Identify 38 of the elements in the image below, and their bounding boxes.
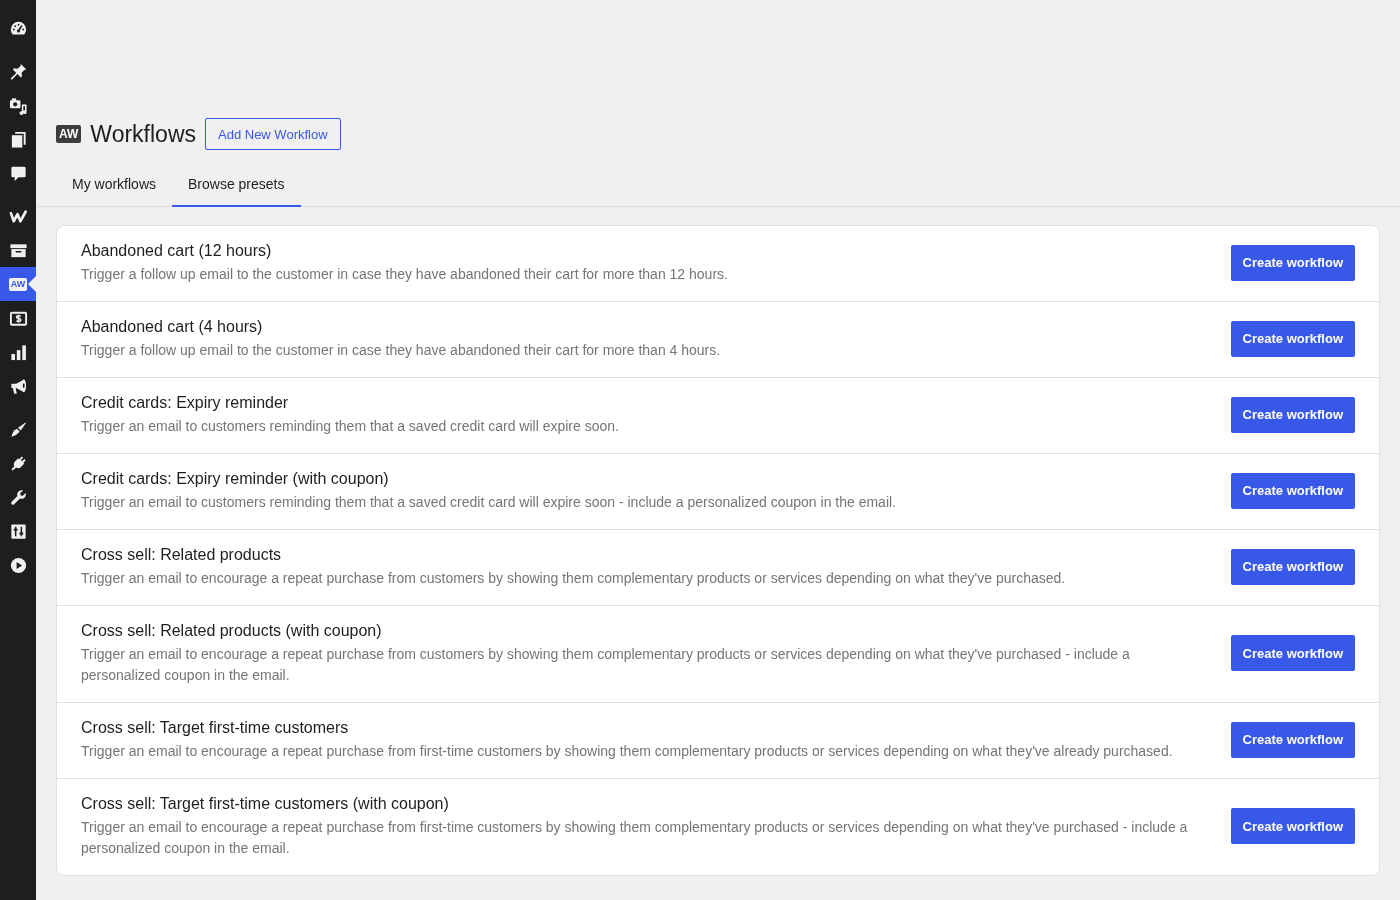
create-workflow-button[interactable]: Create workflow <box>1230 548 1355 585</box>
sliders-icon <box>8 521 28 541</box>
tab[interactable]: Browse presets <box>172 160 301 207</box>
create-workflow-button[interactable]: Create workflow <box>1230 320 1355 357</box>
paintbrush-icon <box>8 419 28 439</box>
create-workflow-button[interactable]: Create workflow <box>1230 472 1355 509</box>
preset-title: Cross sell: Target first-time customers (with coupon) <box>81 794 450 814</box>
preset-title: Abandoned cart (4 hours) <box>81 317 264 337</box>
sidebar-logo: AW <box>8 277 28 291</box>
add-new-workflow-button[interactable]: Add New Workflow <box>205 118 341 150</box>
preset-title: Credit cards: Expiry reminder (with coupon) <box>81 469 390 489</box>
create-workflow-button[interactable]: Create workflow <box>1230 396 1355 433</box>
camera-note-icon <box>8 95 28 115</box>
create-workflow-button[interactable]: Create workflow <box>1230 808 1355 844</box>
preset-description: Trigger an email to encourage a repeat purchase from first-time customers by showing them complementary products or services depending on what they've purchased - include a personalized coupon in the email. <box>81 818 1189 858</box>
create-workflow-button[interactable]: Create workflow <box>1230 635 1355 671</box>
preset-description: Trigger an email to encourage a repeat purchase from customers by showing them complementary products or services depending on what they've purchased - include a personalized coupon in the email. <box>81 645 1131 685</box>
create-workflow-button[interactable]: Create workflow <box>1230 244 1355 281</box>
preset-title: Cross sell: Target first-time customers <box>81 718 350 738</box>
app-logo: AW <box>56 125 82 143</box>
preset-description: Trigger an email to encourage a repeat purchase from first-time customers by showing them complementary products or services depending on what they've already purchased. <box>81 742 1174 761</box>
preset-description: Trigger a follow up email to the customer in case they have abandoned their cart for more than 12 hours. <box>81 265 729 284</box>
bar-chart-icon <box>8 342 28 362</box>
preset-description: Trigger an email to encourage a repeat purchase from customers by showing them complementary products or services depending on what they've purchased. <box>81 569 1067 588</box>
wrench-icon <box>8 487 28 507</box>
preset-description: Trigger an email to customers reminding them that a saved credit card will expire soon. <box>81 417 620 436</box>
create-workflow-button[interactable]: Create workflow <box>1230 721 1355 758</box>
preset-title: Credit cards: Expiry reminder <box>81 393 290 413</box>
megaphone-icon <box>8 376 28 396</box>
page-title: Workflows <box>90 120 196 149</box>
preset-title: Cross sell: Related products (with coupon) <box>81 621 383 641</box>
play-circle-icon <box>8 555 28 575</box>
tab[interactable]: My workflows <box>56 160 172 207</box>
preset-title: Abandoned cart (12 hours) <box>81 241 273 261</box>
sidebar-item[interactable]: AW <box>0 267 36 301</box>
preset-description: Trigger an email to customers reminding them that a saved credit card will expire soon - include a personalized coupon in the email. <box>81 493 897 512</box>
preset-description: Trigger a follow up email to the customer in case they have abandoned their cart for more than 4 hours. <box>81 341 722 360</box>
preset-title: Cross sell: Related products <box>81 545 283 565</box>
